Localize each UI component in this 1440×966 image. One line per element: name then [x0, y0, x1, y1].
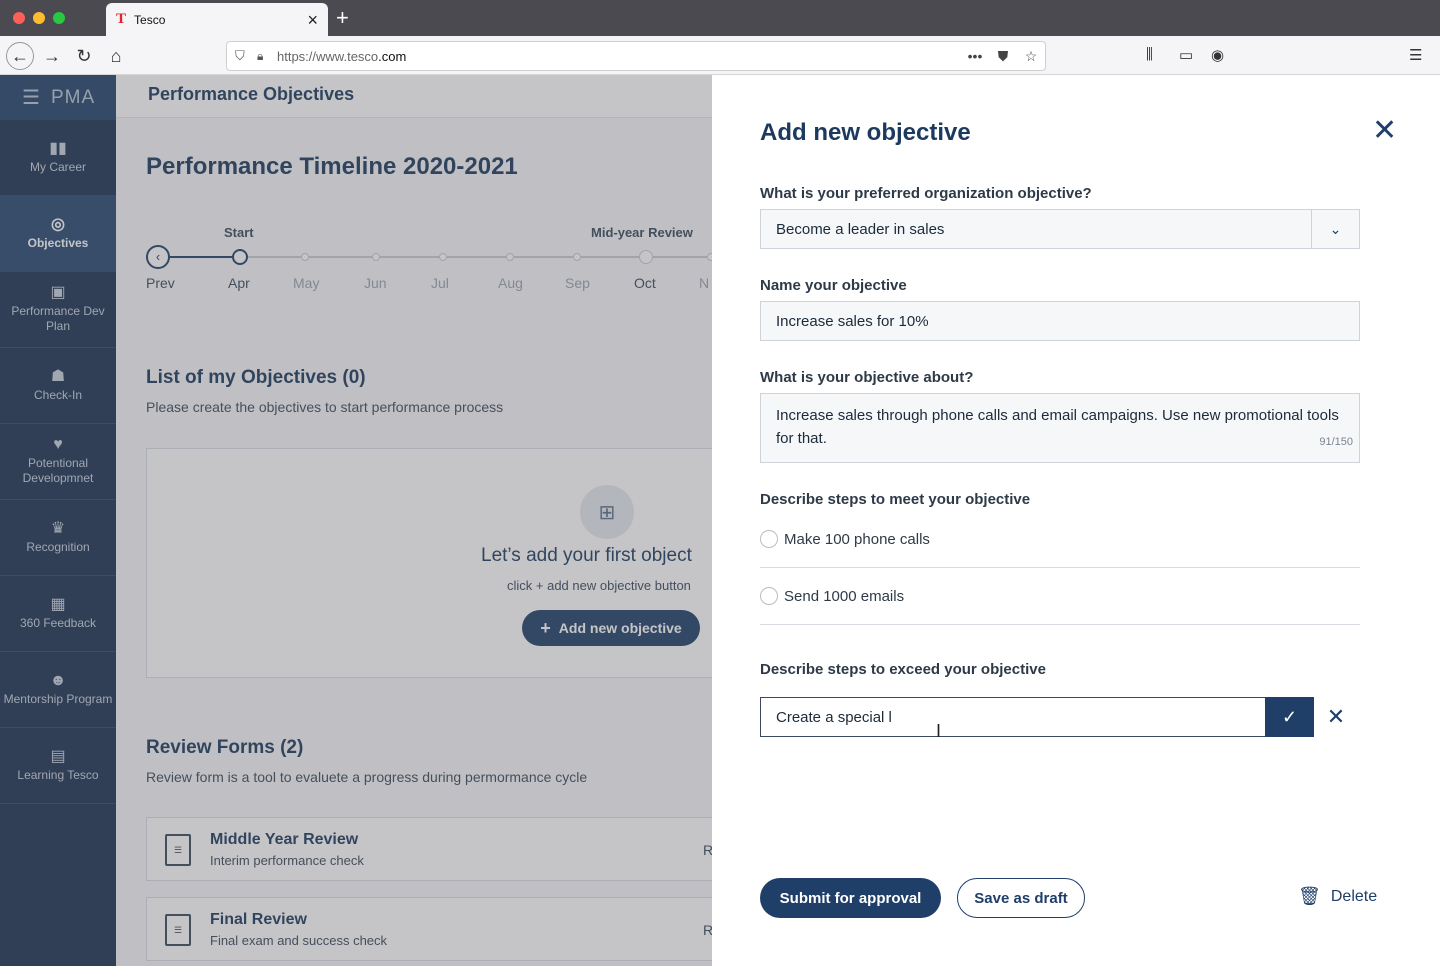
exceed-step-input[interactable]: Create a special l — [760, 697, 1266, 737]
close-window-button[interactable] — [13, 12, 25, 24]
objective-about-textarea[interactable]: Increase sales through phone calls and e… — [760, 393, 1360, 463]
org-objective-value: Become a leader in sales — [776, 220, 945, 238]
lock-icon[interactable]: 🔒︎ — [257, 49, 275, 64]
exceed-step-value: Create a special l — [776, 708, 892, 726]
cancel-edit-icon[interactable]: ✕ — [1326, 704, 1346, 730]
meet-steps-label: Describe steps to meet your objective — [760, 491, 1031, 508]
sidebar-toggle-icon[interactable]: ▭ — [1179, 46, 1193, 64]
delete-button[interactable]: 🗑︎ Delete — [1298, 886, 1377, 907]
browser-titlebar: T Tesco × + — [0, 0, 1440, 36]
text-cursor-icon: I — [936, 721, 942, 741]
objective-about-value: Increase sales through phone calls and e… — [776, 407, 1339, 447]
account-icon[interactable]: ◉ — [1211, 46, 1224, 64]
minimize-window-button[interactable] — [33, 12, 45, 24]
chevron-down-icon[interactable]: ⌄ — [1311, 210, 1359, 248]
shield-icon[interactable]: ⛉ — [235, 48, 257, 64]
tab-title: Tesco — [134, 12, 166, 27]
close-icon[interactable]: ✕ — [1372, 116, 1397, 146]
library-icon[interactable]: ⫼ — [1146, 46, 1153, 63]
window-controls — [13, 12, 65, 24]
tesco-favicon-icon: T — [116, 11, 127, 27]
add-objective-panel: Add new objective ✕ What is your preferr… — [712, 75, 1440, 966]
reload-icon[interactable]: ↻ — [70, 42, 98, 70]
trash-icon: 🗑︎ — [1298, 886, 1321, 906]
address-bar[interactable]: ⛉ 🔒︎ https://www.tesco.com ••• ⛊ ☆ — [226, 41, 1046, 71]
objective-name-input[interactable]: Increase sales for 10% — [760, 301, 1360, 341]
objective-about-label: What is your objective about? — [760, 369, 974, 386]
meet-step-text: Make 100 phone calls — [784, 530, 930, 548]
url-text: https://www.tesco.com — [277, 48, 407, 64]
submit-for-approval-button[interactable]: Submit for approval — [760, 878, 941, 918]
meet-step-item[interactable]: Make 100 phone calls — [760, 511, 1360, 568]
tab-close-icon[interactable]: × — [307, 11, 318, 29]
back-arrow-icon[interactable]: ← — [6, 42, 34, 70]
menu-icon[interactable]: ☰ — [1409, 46, 1422, 64]
exceed-steps-label: Describe steps to exceed your objective — [760, 661, 1046, 678]
browser-toolbar: ← → ↻ ⌂ ⛉ 🔒︎ https://www.tesco.com ••• ⛊… — [0, 36, 1440, 75]
org-objective-label: What is your preferred organization obje… — [760, 185, 1092, 202]
maximize-window-button[interactable] — [53, 12, 65, 24]
forward-arrow-icon[interactable]: → — [38, 42, 66, 70]
objective-name-value: Increase sales for 10% — [776, 312, 929, 330]
radio-button[interactable] — [760, 587, 778, 605]
delete-label: Delete — [1330, 887, 1378, 905]
meet-step-text: Send 1000 emails — [784, 587, 905, 605]
confirm-checkmark-icon[interactable]: ✓ — [1265, 697, 1314, 737]
pocket-icon[interactable]: ⛊ — [989, 48, 1017, 65]
objective-name-label: Name your objective — [760, 277, 907, 294]
more-actions-icon[interactable]: ••• — [961, 48, 989, 64]
home-icon[interactable]: ⌂ — [102, 42, 130, 70]
char-counter: 91/150 — [1319, 436, 1353, 448]
org-objective-select[interactable]: Become a leader in sales ⌄ — [760, 209, 1360, 249]
modal-backdrop[interactable] — [0, 75, 712, 966]
meet-step-item[interactable]: Send 1000 emails — [760, 568, 1360, 625]
radio-button[interactable] — [760, 530, 778, 548]
new-tab-icon[interactable]: + — [336, 5, 349, 31]
browser-tab[interactable]: T Tesco × — [106, 3, 328, 36]
bookmark-star-icon[interactable]: ☆ — [1017, 48, 1045, 65]
save-as-draft-button[interactable]: Save as draft — [957, 878, 1085, 918]
panel-title: Add new objective — [760, 119, 971, 146]
